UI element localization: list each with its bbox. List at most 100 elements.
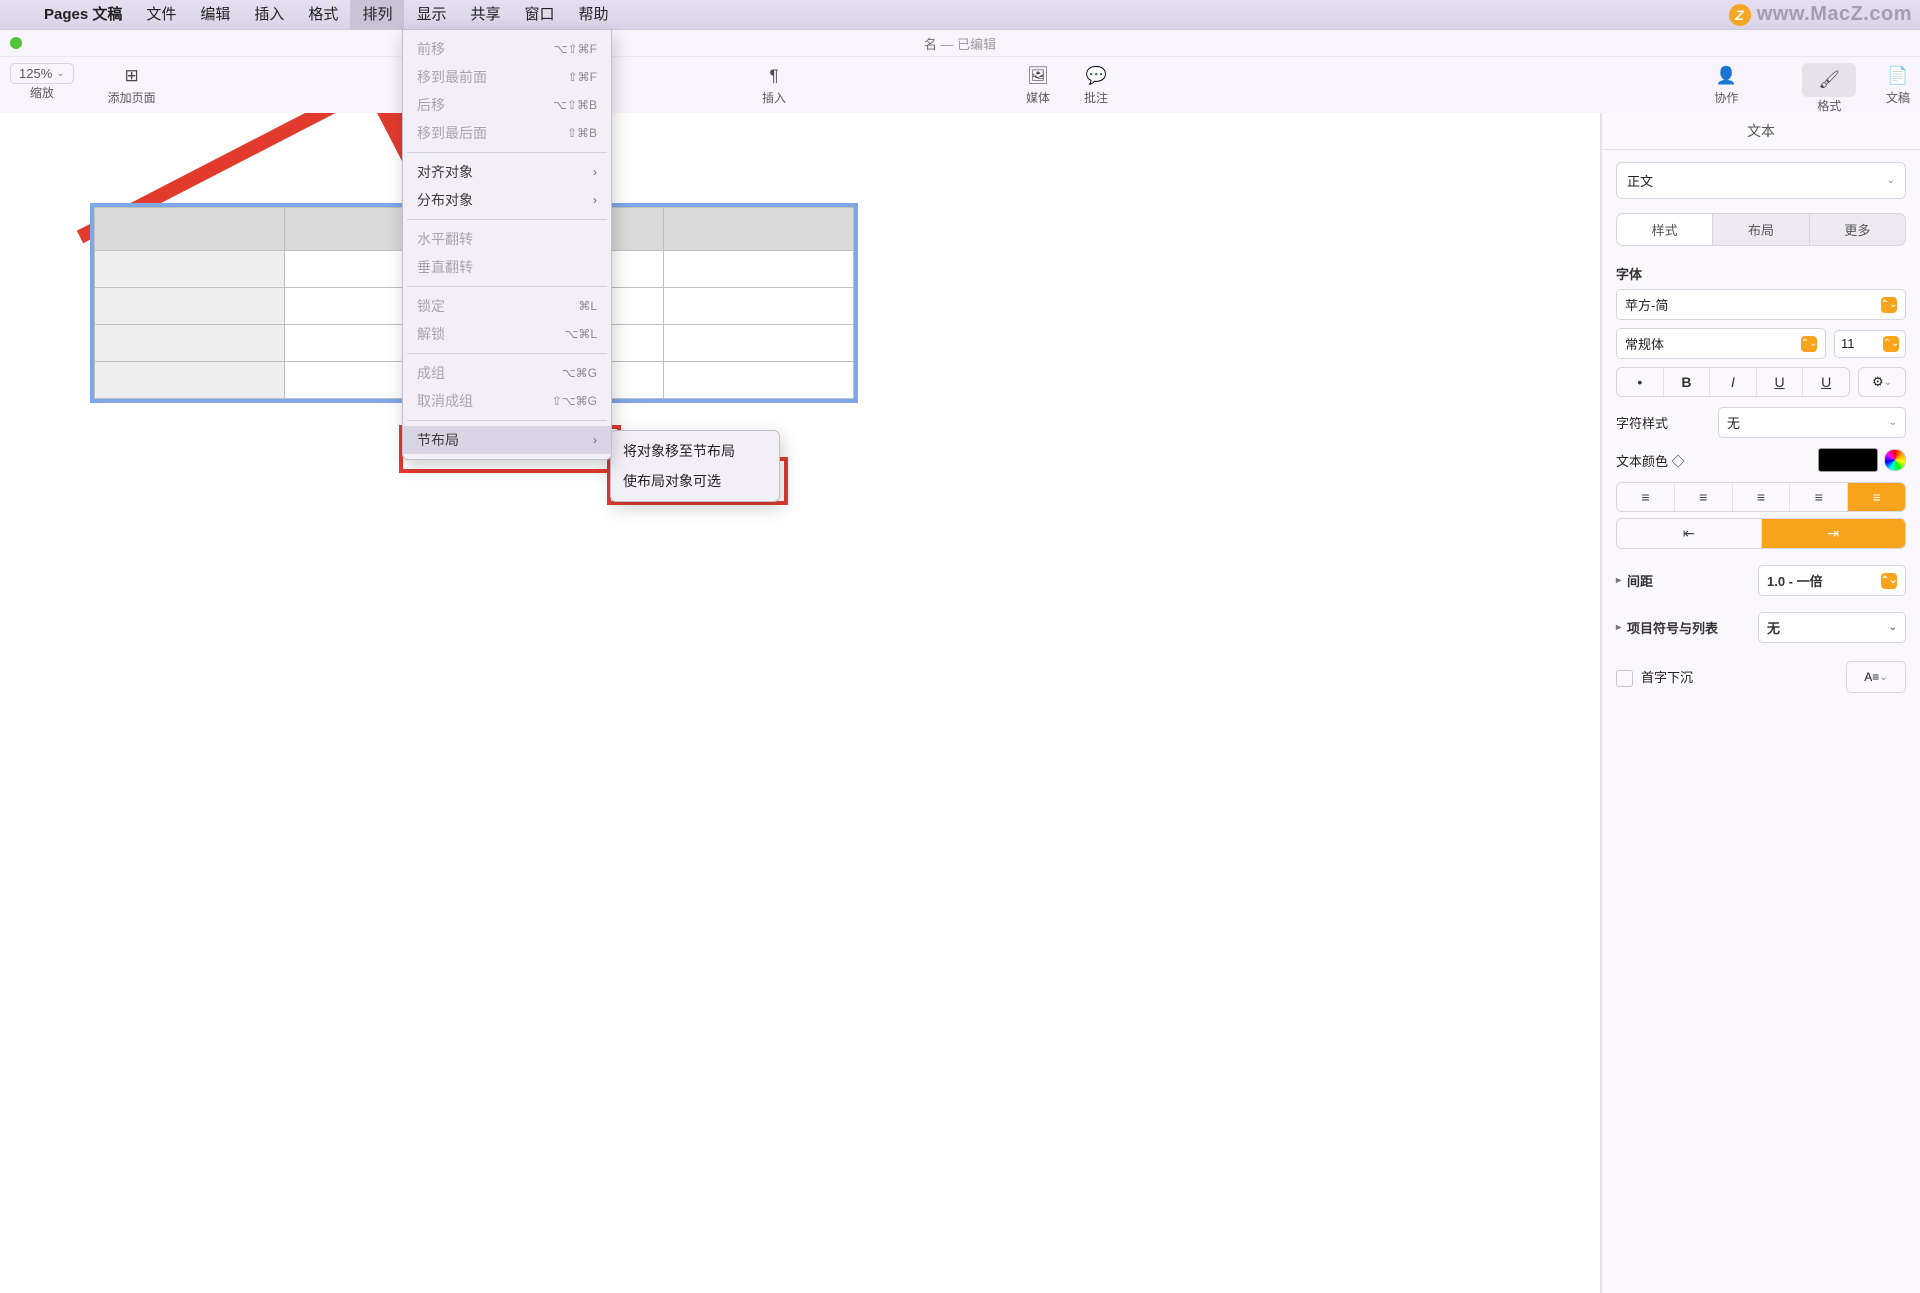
- menu-item: 锁定⌘L: [403, 292, 611, 320]
- dropcap-style-button[interactable]: A≡ ⌄: [1846, 661, 1906, 693]
- menu-item: 水平翻转: [403, 225, 611, 253]
- watermark-badge-icon: Z: [1729, 4, 1751, 26]
- color-wheel-icon[interactable]: [1884, 449, 1906, 471]
- watermark: Z www.MacZ.com: [1729, 0, 1912, 29]
- menu-item: 取消成组⇧⌥⌘G: [403, 387, 611, 415]
- section-layout-submenu: 将对象移至节布局使布局对象可选: [610, 430, 780, 502]
- document-canvas[interactable]: [0, 113, 1601, 1293]
- zoom-label: 缩放: [30, 84, 54, 101]
- menu-window[interactable]: 窗口: [512, 0, 566, 29]
- stepper-icon: ⌃⌄: [1801, 336, 1817, 352]
- watermark-text: www.MacZ.com: [1757, 3, 1912, 26]
- submenu-item: 将对象移至节布局: [611, 436, 779, 466]
- stepper-icon: ⌃⌄: [1881, 573, 1897, 589]
- outdent-button[interactable]: ⇤: [1617, 519, 1762, 548]
- inspector-tab-text[interactable]: 文本: [1602, 113, 1920, 150]
- align-natural-button[interactable]: ≡: [1848, 483, 1905, 511]
- traffic-light-green-icon[interactable]: [10, 37, 22, 49]
- menu-file[interactable]: 文件: [134, 0, 188, 29]
- paintbrush-icon: 🖌: [1802, 63, 1856, 97]
- submenu-item[interactable]: 使布局对象可选: [611, 466, 779, 496]
- menu-item: 前移⌥⇧⌘F: [403, 35, 611, 63]
- collab-button[interactable]: 👤 协作: [1714, 63, 1738, 106]
- menu-edit[interactable]: 编辑: [188, 0, 242, 29]
- mac-menubar: Pages 文稿 文件 编辑 插入 格式 排列 显示 共享 窗口 帮助 Z ww…: [0, 0, 1920, 30]
- stepper-icon: ⌃⌄: [1881, 297, 1897, 313]
- line-spacing-select[interactable]: 1.0 - 一倍⌃⌄: [1758, 565, 1906, 596]
- bullets-select[interactable]: 无⌄: [1758, 612, 1906, 643]
- align-left-button[interactable]: ≡: [1617, 483, 1675, 511]
- menu-format[interactable]: 格式: [296, 0, 350, 29]
- double-underline-button[interactable]: U: [1803, 368, 1849, 396]
- indent-segmented[interactable]: ⇤ ⇥: [1616, 518, 1906, 549]
- inspector-panel: 文本 正文⌄ 样式 布局 更多 字体 苹方-简⌃⌄ 常规体⌃⌄ 11: [1601, 113, 1920, 1293]
- document-button[interactable]: 📄 文稿: [1886, 63, 1910, 106]
- menubar-app[interactable]: Pages 文稿: [32, 0, 134, 29]
- italic-button[interactable]: I: [1710, 368, 1757, 396]
- font-family-select[interactable]: 苹方-简⌃⌄: [1616, 289, 1906, 320]
- inspector-segmented[interactable]: 样式 布局 更多: [1616, 213, 1906, 246]
- menu-item: 移到最前面⇧⌘F: [403, 63, 611, 91]
- menu-item[interactable]: 节布局›: [403, 426, 611, 454]
- plus-page-icon: ⊞: [125, 63, 139, 89]
- document-icon: 📄: [1887, 63, 1908, 89]
- menu-insert[interactable]: 插入: [242, 0, 296, 29]
- font-weight-select[interactable]: 常规体⌃⌄: [1616, 328, 1826, 359]
- triangle-right-icon: ▸: [1616, 622, 1621, 633]
- char-style-label: 字符样式: [1616, 413, 1668, 432]
- menu-item[interactable]: 分布对象›: [403, 186, 611, 214]
- main-area: 文本 正文⌄ 样式 布局 更多 字体 苹方-简⌃⌄ 常规体⌃⌄ 11: [0, 113, 1920, 1293]
- dropcap-checkbox[interactable]: [1616, 670, 1633, 687]
- triangle-right-icon: ▸: [1616, 575, 1621, 586]
- menu-item: 解锁⌥⌘L: [403, 320, 611, 348]
- seg-style[interactable]: 样式: [1617, 214, 1712, 245]
- comment-icon: 💬: [1085, 63, 1106, 89]
- font-size-field[interactable]: 11⌃⌄: [1834, 330, 1906, 358]
- comments-button[interactable]: 💬 批注: [1084, 63, 1108, 106]
- insert-button[interactable]: ¶ 插入: [762, 63, 786, 106]
- zoom-control[interactable]: 125%⌄ 缩放: [10, 63, 74, 101]
- menu-item: 移到最后面⇧⌘B: [403, 119, 611, 147]
- dropcap-label: 首字下沉: [1641, 670, 1693, 685]
- spacing-disclosure[interactable]: ▸ 间距 1.0 - 一倍⌃⌄: [1616, 565, 1906, 596]
- seg-layout[interactable]: 布局: [1713, 214, 1808, 245]
- text-align-segmented[interactable]: ≡ ≡ ≡ ≡ ≡: [1616, 482, 1906, 512]
- menu-help[interactable]: 帮助: [567, 0, 621, 29]
- menu-item: 垂直翻转: [403, 253, 611, 281]
- media-button[interactable]: 🖼 媒体: [1026, 63, 1050, 106]
- gear-icon: ⚙︎: [1872, 374, 1884, 390]
- image-icon: 🖼: [1027, 63, 1049, 89]
- menu-item[interactable]: 对齐对象›: [403, 158, 611, 186]
- window-titlebar: 名 — 已编辑: [0, 30, 1920, 57]
- stepper-icon: ⌃⌄: [1883, 336, 1899, 352]
- char-style-select[interactable]: 无⌄: [1718, 407, 1906, 438]
- underline-button[interactable]: U: [1757, 368, 1804, 396]
- paragraph-style-select[interactable]: 正文⌄: [1616, 162, 1906, 199]
- chevron-down-icon: ⌄: [1889, 622, 1897, 633]
- format-button[interactable]: 🖌 格式: [1802, 63, 1856, 114]
- window-title: 名 — 已编辑: [924, 34, 996, 53]
- menu-view[interactable]: 显示: [404, 0, 458, 29]
- add-page-button[interactable]: ⊞ 添加页面: [108, 63, 156, 106]
- indent-button[interactable]: ⇥: [1762, 519, 1906, 548]
- chevron-right-icon: ›: [593, 193, 597, 207]
- chevron-down-icon: ⌄: [1889, 417, 1897, 428]
- menu-arrange[interactable]: 排列: [350, 0, 404, 29]
- font-section-label: 字体: [1616, 264, 1906, 283]
- text-color-label: 文本颜色 ◇: [1616, 451, 1685, 470]
- seg-more[interactable]: 更多: [1810, 214, 1905, 245]
- chevron-right-icon: ›: [593, 165, 597, 179]
- bold-button[interactable]: B: [1664, 368, 1711, 396]
- chevron-right-icon: ›: [593, 433, 597, 447]
- font-advanced-button[interactable]: ⚙︎⌄: [1858, 367, 1906, 397]
- align-justify-button[interactable]: ≡: [1790, 483, 1848, 511]
- bullets-disclosure[interactable]: ▸ 项目符号与列表 无⌄: [1616, 612, 1906, 643]
- text-color-swatch[interactable]: [1818, 448, 1878, 472]
- chevron-down-icon: ⌄: [56, 68, 64, 79]
- bullet-style-button[interactable]: •: [1617, 368, 1664, 396]
- align-right-button[interactable]: ≡: [1733, 483, 1791, 511]
- person-icon: 👤: [1716, 63, 1737, 89]
- menu-share[interactable]: 共享: [458, 0, 512, 29]
- align-center-button[interactable]: ≡: [1675, 483, 1733, 511]
- chevron-down-icon: ⌄: [1887, 175, 1895, 186]
